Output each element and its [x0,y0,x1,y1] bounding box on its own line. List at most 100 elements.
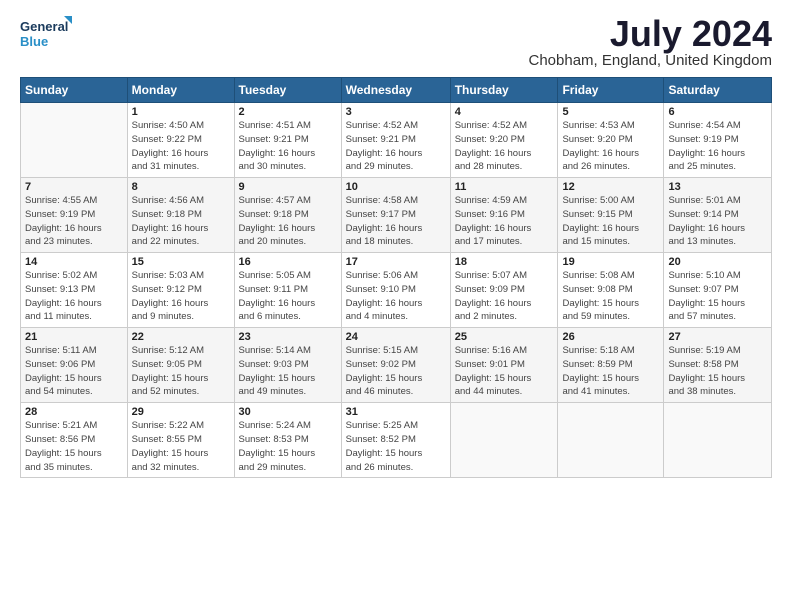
day-number: 6 [668,106,767,118]
table-row: 13Sunrise: 5:01 AMSunset: 9:14 PMDayligh… [664,178,772,253]
day-info: Sunrise: 5:24 AMSunset: 8:53 PMDaylight:… [239,419,337,474]
calendar-table: Sunday Monday Tuesday Wednesday Thursday… [20,77,772,478]
table-row: 16Sunrise: 5:05 AMSunset: 9:11 PMDayligh… [234,253,341,328]
calendar-week-row: 28Sunrise: 5:21 AMSunset: 8:56 PMDayligh… [21,403,772,478]
table-row: 3Sunrise: 4:52 AMSunset: 9:21 PMDaylight… [341,103,450,178]
header-thursday: Thursday [450,78,558,103]
table-row: 25Sunrise: 5:16 AMSunset: 9:01 PMDayligh… [450,328,558,403]
day-info: Sunrise: 5:08 AMSunset: 9:08 PMDaylight:… [562,269,659,324]
table-row: 29Sunrise: 5:22 AMSunset: 8:55 PMDayligh… [127,403,234,478]
day-number: 24 [346,331,446,343]
day-number: 21 [25,331,123,343]
day-info: Sunrise: 4:52 AMSunset: 9:20 PMDaylight:… [455,119,554,174]
table-row [450,403,558,478]
table-row: 27Sunrise: 5:19 AMSunset: 8:58 PMDayligh… [664,328,772,403]
header-wednesday: Wednesday [341,78,450,103]
day-number: 20 [668,256,767,268]
day-info: Sunrise: 4:55 AMSunset: 9:19 PMDaylight:… [25,194,123,249]
table-row: 23Sunrise: 5:14 AMSunset: 9:03 PMDayligh… [234,328,341,403]
calendar-header-row: Sunday Monday Tuesday Wednesday Thursday… [21,78,772,103]
table-row: 20Sunrise: 5:10 AMSunset: 9:07 PMDayligh… [664,253,772,328]
day-number: 27 [668,331,767,343]
day-number: 14 [25,256,123,268]
day-number: 23 [239,331,337,343]
day-number: 7 [25,181,123,193]
table-row: 24Sunrise: 5:15 AMSunset: 9:02 PMDayligh… [341,328,450,403]
table-row: 19Sunrise: 5:08 AMSunset: 9:08 PMDayligh… [558,253,664,328]
day-info: Sunrise: 4:58 AMSunset: 9:17 PMDaylight:… [346,194,446,249]
day-number: 11 [455,181,554,193]
day-info: Sunrise: 5:25 AMSunset: 8:52 PMDaylight:… [346,419,446,474]
calendar-week-row: 1Sunrise: 4:50 AMSunset: 9:22 PMDaylight… [21,103,772,178]
svg-text:Blue: Blue [20,34,48,49]
day-number: 10 [346,181,446,193]
header: General Blue July 2024 Chobham, England,… [20,16,772,69]
day-info: Sunrise: 4:51 AMSunset: 9:21 PMDaylight:… [239,119,337,174]
day-number: 1 [132,106,230,118]
table-row: 31Sunrise: 5:25 AMSunset: 8:52 PMDayligh… [341,403,450,478]
day-number: 12 [562,181,659,193]
header-friday: Friday [558,78,664,103]
table-row: 5Sunrise: 4:53 AMSunset: 9:20 PMDaylight… [558,103,664,178]
day-info: Sunrise: 5:19 AMSunset: 8:58 PMDaylight:… [668,344,767,399]
table-row: 22Sunrise: 5:12 AMSunset: 9:05 PMDayligh… [127,328,234,403]
table-row: 1Sunrise: 4:50 AMSunset: 9:22 PMDaylight… [127,103,234,178]
day-info: Sunrise: 5:14 AMSunset: 9:03 PMDaylight:… [239,344,337,399]
calendar-week-row: 14Sunrise: 5:02 AMSunset: 9:13 PMDayligh… [21,253,772,328]
table-row: 9Sunrise: 4:57 AMSunset: 9:18 PMDaylight… [234,178,341,253]
table-row: 28Sunrise: 5:21 AMSunset: 8:56 PMDayligh… [21,403,128,478]
day-number: 29 [132,406,230,418]
day-info: Sunrise: 5:21 AMSunset: 8:56 PMDaylight:… [25,419,123,474]
table-row: 2Sunrise: 4:51 AMSunset: 9:21 PMDaylight… [234,103,341,178]
table-row: 6Sunrise: 4:54 AMSunset: 9:19 PMDaylight… [664,103,772,178]
day-info: Sunrise: 5:05 AMSunset: 9:11 PMDaylight:… [239,269,337,324]
day-number: 13 [668,181,767,193]
day-info: Sunrise: 5:15 AMSunset: 9:02 PMDaylight:… [346,344,446,399]
month-title: July 2024 [529,16,773,52]
calendar-week-row: 21Sunrise: 5:11 AMSunset: 9:06 PMDayligh… [21,328,772,403]
day-info: Sunrise: 4:57 AMSunset: 9:18 PMDaylight:… [239,194,337,249]
day-number: 30 [239,406,337,418]
table-row: 8Sunrise: 4:56 AMSunset: 9:18 PMDaylight… [127,178,234,253]
day-info: Sunrise: 5:00 AMSunset: 9:15 PMDaylight:… [562,194,659,249]
logo-svg: General Blue [20,16,72,52]
location: Chobham, England, United Kingdom [529,52,773,69]
day-number: 26 [562,331,659,343]
header-monday: Monday [127,78,234,103]
day-info: Sunrise: 4:50 AMSunset: 9:22 PMDaylight:… [132,119,230,174]
header-tuesday: Tuesday [234,78,341,103]
table-row [664,403,772,478]
day-info: Sunrise: 4:59 AMSunset: 9:16 PMDaylight:… [455,194,554,249]
day-info: Sunrise: 5:07 AMSunset: 9:09 PMDaylight:… [455,269,554,324]
table-row: 17Sunrise: 5:06 AMSunset: 9:10 PMDayligh… [341,253,450,328]
day-info: Sunrise: 4:54 AMSunset: 9:19 PMDaylight:… [668,119,767,174]
day-number: 22 [132,331,230,343]
day-info: Sunrise: 4:53 AMSunset: 9:20 PMDaylight:… [562,119,659,174]
day-info: Sunrise: 5:01 AMSunset: 9:14 PMDaylight:… [668,194,767,249]
day-info: Sunrise: 5:10 AMSunset: 9:07 PMDaylight:… [668,269,767,324]
day-info: Sunrise: 5:11 AMSunset: 9:06 PMDaylight:… [25,344,123,399]
svg-text:General: General [20,19,68,34]
day-info: Sunrise: 4:52 AMSunset: 9:21 PMDaylight:… [346,119,446,174]
day-number: 15 [132,256,230,268]
header-sunday: Sunday [21,78,128,103]
day-number: 25 [455,331,554,343]
day-info: Sunrise: 5:12 AMSunset: 9:05 PMDaylight:… [132,344,230,399]
day-number: 28 [25,406,123,418]
table-row: 14Sunrise: 5:02 AMSunset: 9:13 PMDayligh… [21,253,128,328]
calendar-week-row: 7Sunrise: 4:55 AMSunset: 9:19 PMDaylight… [21,178,772,253]
day-number: 19 [562,256,659,268]
day-info: Sunrise: 5:03 AMSunset: 9:12 PMDaylight:… [132,269,230,324]
day-info: Sunrise: 4:56 AMSunset: 9:18 PMDaylight:… [132,194,230,249]
day-number: 16 [239,256,337,268]
day-info: Sunrise: 5:02 AMSunset: 9:13 PMDaylight:… [25,269,123,324]
day-number: 9 [239,181,337,193]
day-info: Sunrise: 5:16 AMSunset: 9:01 PMDaylight:… [455,344,554,399]
day-number: 18 [455,256,554,268]
table-row: 10Sunrise: 4:58 AMSunset: 9:17 PMDayligh… [341,178,450,253]
day-number: 17 [346,256,446,268]
day-number: 4 [455,106,554,118]
day-number: 2 [239,106,337,118]
table-row [21,103,128,178]
day-info: Sunrise: 5:06 AMSunset: 9:10 PMDaylight:… [346,269,446,324]
